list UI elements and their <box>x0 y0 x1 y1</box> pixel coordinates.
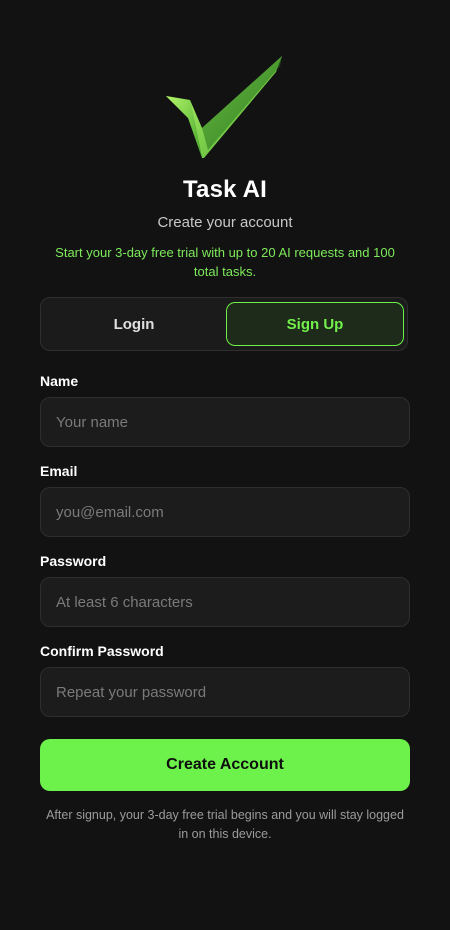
confirm-password-label: Confirm Password <box>40 643 164 659</box>
create-account-button[interactable]: Create Account <box>40 739 410 791</box>
confirm-password-input[interactable] <box>40 667 410 717</box>
tab-signup[interactable]: Sign Up <box>226 302 404 346</box>
password-label: Password <box>40 553 107 569</box>
page-subtitle: Create your account <box>157 214 293 231</box>
email-input[interactable] <box>40 487 410 537</box>
name-label: Name <box>40 373 79 389</box>
trial-promo-text: Start your 3-day free trial with up to 2… <box>55 245 395 279</box>
email-label: Email <box>40 463 78 479</box>
checkmark-icon <box>166 56 282 158</box>
tab-login[interactable]: Login <box>45 302 223 346</box>
app-title: Task AI <box>182 176 268 203</box>
auth-tab-switcher: Login Sign Up <box>40 297 408 351</box>
signup-footnote: After signup, your 3-day free trial begi… <box>46 808 404 841</box>
password-input[interactable] <box>40 577 410 627</box>
name-input[interactable] <box>40 397 410 447</box>
